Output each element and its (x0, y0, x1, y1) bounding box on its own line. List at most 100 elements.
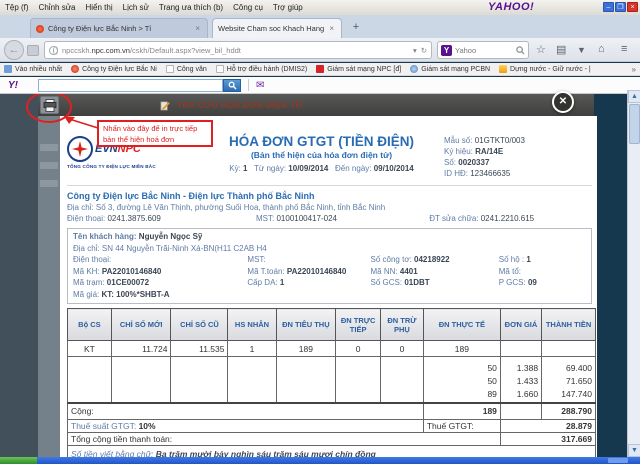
customer-section: Tên khách hàng: Nguyễn Ngọc Sỹ Địa chỉ: … (67, 228, 592, 304)
modal-title: TRA CỨU HÓA ĐƠN ĐIỆN TỬ (177, 100, 303, 110)
customer-fields-row: Điện thoại: MST: Số công tơ: 04218922 Số… (73, 254, 586, 266)
new-tab-button[interactable]: + (348, 20, 364, 36)
crown-icon (499, 65, 507, 73)
invoice-meta-block: Mẫu số: 01GTKT0/003 Ký hiệu: RA/14E Số: … (444, 132, 592, 179)
menu-view[interactable]: Hiển thị (81, 3, 118, 12)
bookmarks-bar: Vào nhiều nhất Công ty Điện lực Bắc Ni C… (0, 63, 640, 76)
url-bar[interactable]: npccskh.npc.com.vn/cskh/Default.aspx?vie… (44, 41, 432, 59)
printer-icon (43, 99, 57, 112)
annotation-note: Nhấn vào đây để in trực tiếp bản thể hiệ… (97, 120, 213, 147)
lookup-pencil-icon (160, 100, 171, 111)
yahoo-search-button[interactable] (223, 79, 241, 92)
bookmark-dmis2[interactable]: Hỗ trợ điều hành (DMIS2) (216, 65, 307, 73)
dimmed-menu-item (40, 144, 58, 151)
table-header-row: Bộ CSCHỈ SỐ MỚI CHỈ SỐ CŨHS NHÂN ĐN TIÊU… (68, 309, 596, 341)
document-icon (216, 65, 224, 73)
company-address: Địa chỉ: Số 3, đường Lê Văn Thịnh, phườn… (67, 203, 592, 212)
tab-label: Công ty Điện lực Bắc Ninh > Tỉ (48, 24, 151, 33)
bookmark-giam-sat-pcbn[interactable]: Giám sát mạng PCBN (410, 65, 490, 73)
scroll-down-icon[interactable]: ▼ (628, 444, 640, 457)
bookmark-most-visited[interactable]: Vào nhiều nhất (4, 65, 62, 73)
show-bookmarks-icon[interactable]: ▤ (556, 43, 566, 56)
modal-close-button[interactable]: ✕ (552, 91, 574, 113)
reload-icon[interactable]: ↻ (421, 46, 427, 55)
tab-close-icon[interactable]: × (327, 24, 336, 33)
subtotal-row: Cộng: 189 288.790 (68, 403, 596, 420)
yahoo-toolbar-logo: Y! (8, 80, 18, 91)
page-left-background (0, 94, 38, 464)
tab-label: Website Cham soc Khach Hang (218, 24, 324, 33)
search-magnifier-icon[interactable] (516, 46, 525, 55)
customer-fields-row: Mã trạm: 01CE00072 Cấp DA: 1 Số GCS: 01D… (73, 277, 586, 289)
invoice-title-block: HÓA ĐƠN GTGT (TIỀN ĐIỆN) (Bản thể hiện c… (199, 132, 444, 179)
yahoo-search-input[interactable] (38, 79, 223, 92)
menu-bar: Tệp (f) Chỉnh sửa Hiển thị Lịch sử Trang… (0, 0, 640, 15)
downloads-icon[interactable]: ▼ (577, 45, 586, 55)
mail-envelope-icon[interactable]: ✉ (256, 80, 264, 91)
company-section: Công ty Điện lực Bắc Ninh - Điện lực Thà… (67, 191, 592, 223)
home-icon[interactable]: ⌂ (598, 43, 605, 55)
globe-icon (410, 65, 418, 73)
scrollbar-thumb[interactable] (629, 104, 640, 144)
dimmed-menu-item (40, 162, 58, 169)
vat-row: Thuế suất GTGT: 10% Thuế GTGT: 28.879 (68, 420, 596, 433)
restore-button[interactable]: ❐ (615, 2, 626, 12)
red-square-icon (316, 65, 324, 73)
invoice-modal: EVNNPC TỔNG CÔNG TY ĐIỆN LỰC MIỀN BẮC HÓ… (60, 116, 597, 464)
taskbar-button-edge[interactable] (608, 458, 628, 463)
invoice-title: HÓA ĐƠN GTGT (TIỀN ĐIỆN) (199, 134, 444, 149)
dimmed-menu-item (40, 180, 58, 187)
meter-reading-row: KT 11.724 11.535 1 189 0 0 189 (68, 341, 596, 357)
vertical-scrollbar[interactable]: ▲ ▼ (627, 90, 640, 457)
minimize-button[interactable]: – (603, 2, 614, 12)
bookmark-evn-bac-ninh[interactable]: Công ty Điện lực Bắc Ni (71, 65, 157, 73)
page-content: TRA CỨU HÓA ĐƠN ĐIỆN TỬ ✕ (0, 94, 627, 464)
invoice-period: Kỳ: 1 Từ ngày: 10/09/2014 Đến ngày: 09/1… (199, 164, 444, 173)
bookmark-giam-sat-npc[interactable]: Giám sát mạng NPC [đ] (316, 65, 401, 73)
url-text: npccskh.npc.com.vn/cskh/Default.aspx?vie… (62, 46, 241, 55)
tab-close-icon[interactable]: × (193, 24, 202, 33)
bookmarks-overflow-chevron[interactable]: » (632, 65, 636, 74)
menu-bookmarks[interactable]: Trang ưa thích (b) (154, 3, 228, 12)
forward-button[interactable] (27, 45, 39, 56)
site-identity-icon[interactable] (49, 46, 58, 55)
menu-history[interactable]: Lịch sử (118, 3, 154, 12)
search-bar[interactable]: Y Yahoo (437, 41, 529, 59)
search-engine-name: Yahoo (455, 46, 476, 55)
menu-help[interactable]: Trợ giúp (268, 3, 308, 12)
tab-cham-soc-khach-hang-active[interactable]: Website Cham soc Khach Hang × (212, 18, 342, 38)
menu-tools[interactable]: Công cụ (228, 3, 268, 12)
browser-window: Tệp (f) Chỉnh sửa Hiển thị Lịch sử Trang… (0, 0, 640, 464)
evn-favicon-icon (71, 65, 79, 73)
hamburger-menu-icon[interactable]: ≡ (621, 43, 627, 55)
modal-header: TRA CỨU HÓA ĐƠN ĐIỆN TỬ ✕ (38, 94, 594, 116)
company-contacts: Điện thoại: 0241.3875.609 MST: 010010041… (67, 214, 592, 223)
back-button[interactable]: ← (4, 40, 24, 60)
menu-file[interactable]: Tệp (f) (0, 3, 34, 12)
scroll-up-icon[interactable]: ▲ (628, 90, 640, 103)
customer-fields-row: Mã KH: PA22010146840 Mã T.toán: PA220101… (73, 266, 586, 278)
close-window-button[interactable]: × (627, 2, 638, 12)
company-name: Công ty Điện lực Bắc Ninh - Điện lực Thà… (67, 191, 592, 201)
document-icon (166, 65, 174, 73)
window-controls: – ❐ × (603, 2, 638, 12)
url-dropdown-icon[interactable]: ▾ (413, 46, 417, 55)
start-button-edge[interactable] (0, 457, 37, 464)
navigation-toolbar: ← npccskh.npc.com.vn/cskh/Default.aspx?v… (0, 38, 640, 62)
yahoo-toolbar: Y! ✉ (0, 77, 640, 94)
favicon-evn-icon (36, 25, 44, 33)
invoice-subtitle: (Bản thể hiện của hóa đơn điện tử) (199, 150, 444, 160)
menu-edit[interactable]: Chỉnh sửa (34, 3, 81, 12)
divider (248, 79, 249, 91)
consumption-table: Bộ CSCHỈ SỐ MỚI CHỈ SỐ CŨHS NHÂN ĐN TIÊU… (67, 308, 596, 462)
customer-address: Địa chỉ: SN 44 Nguyễn Trãi-Ninh Xá-BN(H1… (73, 243, 586, 255)
bookmark-dung-nuoc[interactable]: Dựng nước - Giữ nước - | (499, 65, 591, 73)
yahoo-search-engine-icon[interactable]: Y (441, 45, 452, 56)
evn-star-logo-icon (67, 136, 93, 162)
tab-evn-bac-ninh[interactable]: Công ty Điện lực Bắc Ninh > Tỉ × (30, 18, 208, 38)
bookmark-cong-van[interactable]: Công văn (166, 65, 207, 73)
brand-org-line: TỔNG CÔNG TY ĐIỆN LỰC MIỀN BẮC (67, 164, 199, 169)
print-invoice-button[interactable] (40, 96, 59, 114)
search-magnifier-icon (228, 81, 237, 90)
bookmark-star-icon[interactable]: ☆ (536, 43, 546, 56)
